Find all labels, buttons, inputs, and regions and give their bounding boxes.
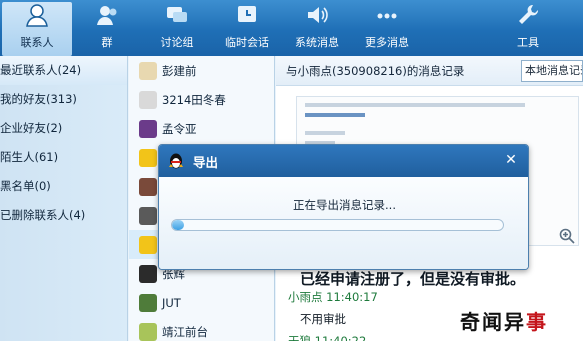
toolbar-temp-session-button[interactable]: 临时会话 bbox=[212, 0, 282, 56]
contact-item[interactable]: 3214田冬春 bbox=[129, 85, 274, 114]
dialog-title-bar[interactable]: 导出 bbox=[159, 145, 528, 177]
avatar bbox=[139, 264, 157, 283]
toolbar-label: 群 bbox=[101, 36, 113, 49]
toolbar-label: 工具 bbox=[517, 36, 539, 49]
toolbar-label: 临时会话 bbox=[225, 36, 269, 49]
avatar bbox=[139, 119, 157, 138]
category-item-blacklist[interactable]: 黑名单(0) bbox=[0, 172, 127, 201]
avatar bbox=[139, 293, 157, 312]
category-panel: 最近联系人(24) 我的好友(313) 企业好友(2) 陌生人(61) 黑名单(… bbox=[0, 56, 128, 341]
progress-fill bbox=[172, 220, 184, 230]
avatar bbox=[139, 322, 157, 341]
message-sender-time: 天狼 11:40:22 bbox=[288, 334, 367, 341]
message-sender-time: 小雨点 11:40:17 bbox=[288, 290, 378, 304]
chat-bubbles-icon bbox=[167, 7, 187, 22]
toolbar-system-message-button[interactable]: 系统消息 bbox=[282, 0, 352, 56]
toolbar-label: 联系人 bbox=[20, 36, 54, 49]
category-item-recent[interactable]: 最近联系人(24) bbox=[0, 56, 127, 85]
export-dialog: 导出 ✕ 正在导出消息记录... bbox=[158, 144, 529, 270]
category-item-strangers[interactable]: 陌生人(61) bbox=[0, 143, 127, 172]
more-dots-icon bbox=[377, 13, 397, 19]
toolbar-label: 讨论组 bbox=[160, 36, 194, 49]
avatar bbox=[139, 90, 157, 109]
toolbar-discussion-button[interactable]: 讨论组 bbox=[142, 0, 212, 56]
category-item-deleted[interactable]: 已删除联系人(4) bbox=[0, 201, 127, 230]
person-icon bbox=[26, 4, 48, 27]
contact-name: 3214田冬春 bbox=[162, 92, 226, 107]
speaker-icon bbox=[308, 7, 328, 23]
contact-item[interactable]: JUT bbox=[129, 288, 274, 317]
category-item-friends[interactable]: 我的好友(313) bbox=[0, 85, 127, 114]
toolbar-label: 系统消息 bbox=[295, 36, 339, 49]
watermark: 奇闻异事 bbox=[460, 310, 548, 334]
contact-name: 孟令亚 bbox=[162, 121, 197, 136]
category-item-enterprise[interactable]: 企业好友(2) bbox=[0, 114, 127, 143]
message-source-select[interactable]: 本地消息记录 bbox=[521, 60, 583, 82]
wrench-icon bbox=[519, 4, 539, 24]
message-text: 已经申请注册了，但是没有审批。 bbox=[300, 270, 526, 288]
export-progress-bar bbox=[171, 219, 504, 231]
main-toolbar: 联系人 群 讨论组 临时会话 系统消息 更多消息 工具 bbox=[0, 0, 583, 56]
message-text: 不用审批 bbox=[300, 312, 346, 326]
contact-item[interactable]: 孟令亚 bbox=[129, 114, 274, 143]
contact-name: 靖江前台 bbox=[162, 324, 208, 339]
dialog-body: 正在导出消息记录... bbox=[159, 177, 528, 269]
close-icon[interactable]: ✕ bbox=[502, 151, 520, 169]
zoom-in-icon[interactable] bbox=[559, 228, 575, 244]
toolbar-label: 更多消息 bbox=[365, 36, 409, 49]
avatar bbox=[139, 206, 157, 225]
avatar bbox=[139, 235, 157, 254]
contact-name: JUT bbox=[162, 295, 181, 310]
toolbar-contacts-button[interactable]: 联系人 bbox=[2, 2, 72, 56]
avatar bbox=[139, 61, 157, 80]
toolbar-group-button[interactable]: 群 bbox=[72, 0, 142, 56]
contact-item[interactable]: 靖江前台 bbox=[129, 317, 274, 341]
contact-name: 彭建前 bbox=[162, 63, 197, 78]
toolbar-tools-button[interactable]: 工具 bbox=[493, 0, 563, 56]
qq-penguin-icon bbox=[169, 153, 183, 169]
toolbar-more-messages-button[interactable]: 更多消息 bbox=[352, 0, 422, 56]
avatar bbox=[139, 177, 157, 196]
group-icon bbox=[97, 6, 117, 25]
clock-icon bbox=[238, 6, 256, 22]
message-history-title: 与小雨点(350908216)的消息记录 bbox=[286, 63, 465, 78]
export-status-text: 正在导出消息记录... bbox=[293, 198, 396, 212]
avatar bbox=[139, 148, 157, 167]
contact-item[interactable]: 彭建前 bbox=[129, 56, 274, 85]
dialog-title: 导出 bbox=[193, 154, 219, 170]
